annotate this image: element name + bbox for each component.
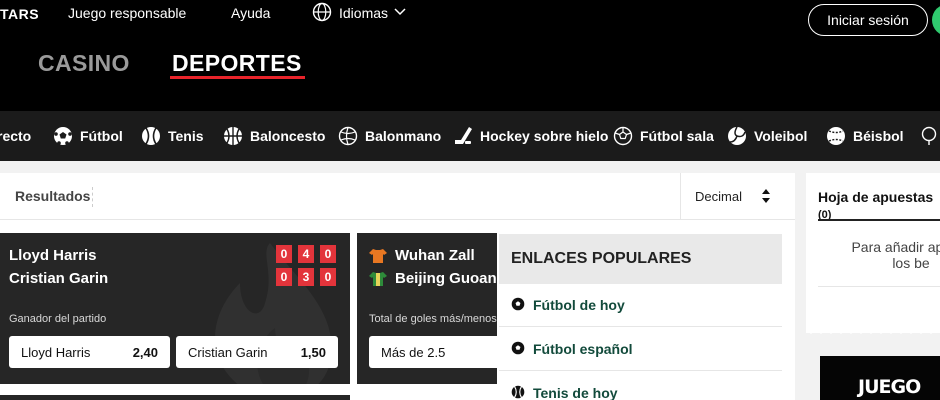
- results-toolbar: Resultados Decimal: [0, 173, 795, 220]
- soccer-ball-icon: [511, 297, 525, 311]
- golf-icon: [921, 126, 937, 145]
- sort-arrows-icon: [762, 189, 770, 203]
- sport-label: Hockey sobre hielo: [480, 128, 609, 144]
- handball-icon: [338, 126, 358, 146]
- sport-label: Tenis: [168, 128, 204, 144]
- popular-links-title: ENLACES POPULARES: [511, 250, 692, 267]
- responsible-gaming-link[interactable]: Juego responsable: [68, 5, 186, 21]
- tennis-ball-icon: [142, 127, 160, 145]
- score-cell: 0: [276, 268, 292, 286]
- popular-link-item[interactable]: Tenis de hoy: [499, 371, 782, 400]
- score-cell: 0: [320, 245, 336, 263]
- sport-label: Fútbol sala: [640, 128, 714, 144]
- event-card[interactable]: Lloyd Harris Cristian Garin 0 4 0 0 3 0 …: [0, 233, 350, 384]
- globe-icon[interactable]: [312, 2, 332, 22]
- team-kit-icon: [369, 249, 387, 263]
- sport-item-live[interactable]: recto: [0, 111, 31, 161]
- odds-button[interactable]: Cristian Garin 1,50: [176, 336, 338, 368]
- popular-link-label: Fútbol de hoy: [533, 297, 625, 313]
- score-cell: 0: [320, 268, 336, 286]
- odds-price: 2,40: [132, 345, 158, 360]
- bet-slip-title-text: Hoja de apuestas: [818, 189, 934, 205]
- event-card[interactable]: [0, 395, 350, 400]
- popular-links-header: ENLACES POPULARES: [499, 234, 782, 284]
- basketball-icon: [224, 127, 242, 145]
- hockey-stick-icon: [455, 127, 472, 144]
- sport-label: recto: [0, 128, 32, 144]
- futsal-ball-icon: [613, 126, 633, 146]
- register-button[interactable]: [932, 4, 940, 36]
- sport-item-futsal[interactable]: Fútbol sala: [613, 111, 714, 161]
- tab-sports[interactable]: DEPORTES: [172, 50, 302, 77]
- popular-link-label: Tenis de hoy: [533, 385, 618, 400]
- promo-banner[interactable]: JUEGO: [820, 356, 940, 400]
- sport-item-tennis[interactable]: Tenis: [141, 111, 204, 161]
- popular-link-item[interactable]: Fútbol español: [499, 327, 782, 371]
- sport-label: Baloncesto: [250, 128, 326, 144]
- baseball-icon: [827, 127, 845, 145]
- sport-label: Voleibol: [754, 128, 808, 144]
- selection-name: Lloyd Harris: [21, 345, 91, 360]
- market-label: Ganador del partido: [9, 313, 107, 325]
- sport-item-ice-hockey[interactable]: Hockey sobre hielo: [453, 111, 608, 161]
- active-tab-indicator: [818, 219, 940, 221]
- soccer-ball-icon: [511, 341, 525, 355]
- tennis-ball-icon: [511, 385, 525, 399]
- divider: [92, 187, 93, 207]
- promo-text: JUEGO: [858, 376, 921, 398]
- login-button[interactable]: Iniciar sesión: [808, 4, 928, 36]
- selection-name: Más de 2.5: [381, 345, 446, 360]
- sport-item-baseball[interactable]: Béisbol: [826, 111, 904, 161]
- score-cell: 4: [298, 245, 314, 263]
- sport-item-football[interactable]: Fútbol: [53, 111, 123, 161]
- ticket-edge-decoration: [806, 326, 940, 334]
- team-home-name: Wuhan Zall: [395, 247, 475, 264]
- help-link[interactable]: Ayuda: [231, 5, 270, 21]
- team-home-name: Lloyd Harris: [9, 247, 97, 264]
- soccer-ball-icon: [54, 127, 72, 145]
- active-tab-indicator: [170, 76, 305, 79]
- sport-label: Balonmano: [365, 128, 442, 144]
- bet-slip-title[interactable]: Hoja de apuestas (0): [818, 189, 940, 221]
- odds-format-select[interactable]: Decimal: [680, 173, 795, 219]
- odds-price: 1,50: [300, 345, 326, 360]
- sport-item-handball[interactable]: Balonmano: [338, 111, 441, 161]
- score-cell: 0: [276, 245, 292, 263]
- popular-link-item[interactable]: Fútbol de hoy: [499, 283, 782, 327]
- odds-format-value: Decimal: [695, 189, 742, 204]
- bet-slip-empty-message: Para añadir apu en los be: [851, 239, 940, 271]
- top-header: TARS Juego responsable Ayuda Idiomas Ini…: [0, 0, 940, 111]
- team-away-name: Beijing Guoan: [395, 270, 497, 287]
- results-title[interactable]: Resultados: [15, 188, 90, 204]
- tab-casino[interactable]: CASINO: [38, 50, 130, 77]
- chevron-down-icon[interactable]: [394, 8, 406, 16]
- divider: [818, 286, 940, 287]
- sport-item-basketball[interactable]: Baloncesto: [223, 111, 325, 161]
- odds-button[interactable]: Lloyd Harris 2,40: [9, 336, 170, 368]
- popular-link-label: Fútbol español: [533, 341, 633, 357]
- selection-name: Cristian Garin: [188, 345, 268, 360]
- volleyball-icon: [728, 126, 746, 145]
- languages-link[interactable]: Idiomas: [339, 5, 388, 21]
- brand-logo[interactable]: TARS: [0, 6, 39, 22]
- sport-item-golf[interactable]: [919, 111, 940, 161]
- sports-nav: recto Fútbol Tenis Baloncesto Balonmano …: [0, 111, 940, 161]
- team-kit-icon: [369, 272, 387, 286]
- sport-item-volleyball[interactable]: Voleibol: [727, 111, 807, 161]
- sport-label: Fútbol: [80, 128, 123, 144]
- score-cell: 3: [298, 268, 314, 286]
- market-label: Total de goles más/menos: [369, 313, 497, 325]
- event-card[interactable]: Wuhan Zall Beijing Guoan Total de goles …: [357, 233, 497, 384]
- odds-button[interactable]: Más de 2.5: [369, 336, 497, 368]
- team-away-name: Cristian Garin: [9, 270, 109, 287]
- bet-slip: Hoja de apuestas (0) Para añadir apu en …: [806, 173, 940, 333]
- popular-links-panel: ENLACES POPULARES Fútbol de hoy Fútbol e…: [499, 234, 782, 400]
- sport-label: Béisbol: [853, 128, 904, 144]
